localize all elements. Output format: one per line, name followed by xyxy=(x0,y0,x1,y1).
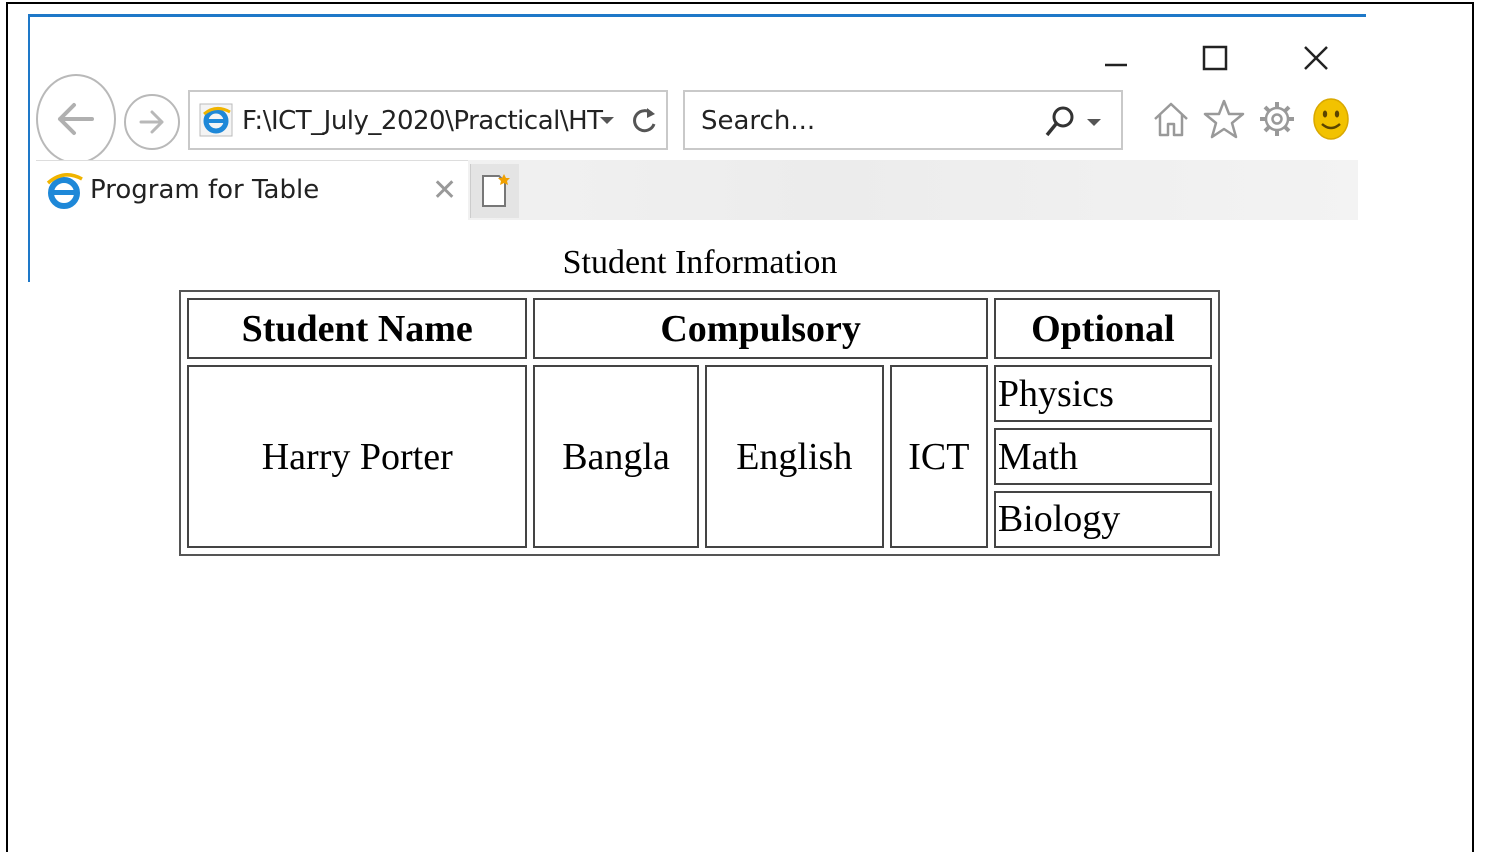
search-box[interactable]: Search... xyxy=(683,90,1123,150)
tab-title: Program for Table xyxy=(90,175,320,205)
home-button[interactable] xyxy=(1150,96,1192,142)
new-tab-button[interactable] xyxy=(470,164,519,218)
home-icon xyxy=(1154,102,1188,137)
optional-subject-cell: Biology xyxy=(993,490,1212,548)
ie-logo-icon xyxy=(46,173,83,209)
maximize-icon xyxy=(1202,45,1228,71)
tab-close-icon[interactable]: ✕ xyxy=(432,173,457,208)
tab-program-for-table[interactable]: Program for Table ✕ xyxy=(36,160,468,223)
settings-button[interactable] xyxy=(1256,96,1298,142)
compulsory-subject-cell: English xyxy=(704,365,884,548)
window-top-border xyxy=(28,14,1366,17)
back-arrow-icon xyxy=(58,103,94,135)
search-dropdown-icon[interactable] xyxy=(1085,116,1103,130)
refresh-icon[interactable] xyxy=(630,104,660,138)
smiley-icon xyxy=(1313,98,1349,140)
close-button[interactable] xyxy=(1296,40,1336,76)
search-icon[interactable] xyxy=(1043,104,1077,140)
new-tab-icon xyxy=(482,174,510,207)
minimize-button[interactable] xyxy=(1096,40,1136,76)
address-bar[interactable]: F:\ICT_July_2020\Practical\HT xyxy=(188,90,668,150)
close-icon xyxy=(1304,46,1328,70)
compulsory-subject-cell: Bangla xyxy=(533,365,699,548)
compulsory-subject-cell: ICT xyxy=(889,365,988,548)
optional-subject-cell: Physics xyxy=(993,365,1212,423)
header-row: Student Name Compulsory Optional xyxy=(187,298,1212,360)
forward-arrow-icon xyxy=(139,110,164,134)
maximize-button[interactable] xyxy=(1195,40,1235,76)
star-icon xyxy=(1203,99,1245,139)
address-dropdown-icon[interactable] xyxy=(598,114,616,128)
address-text: F:\ICT_July_2020\Practical\HT xyxy=(242,106,603,136)
feedback-button[interactable] xyxy=(1310,96,1352,142)
header-compulsory: Compulsory xyxy=(533,298,988,360)
search-placeholder: Search... xyxy=(701,106,816,136)
header-student-name: Student Name xyxy=(187,298,528,360)
ie-page-icon xyxy=(199,103,233,137)
optional-subject-cell: Math xyxy=(993,428,1212,485)
window-left-border xyxy=(28,14,30,282)
forward-button[interactable] xyxy=(124,94,180,150)
gear-icon xyxy=(1260,102,1294,136)
table-caption: Student Information xyxy=(562,244,838,281)
minimize-icon xyxy=(1105,63,1127,67)
table-row: Harry Porter Bangla English ICT Physics xyxy=(187,365,1212,548)
back-button[interactable] xyxy=(36,74,116,164)
student-info-table: Student Name Compulsory Optional Harry P… xyxy=(179,290,1220,556)
favorites-button[interactable] xyxy=(1203,96,1245,142)
student-name-cell: Harry Porter xyxy=(187,365,528,548)
header-optional: Optional xyxy=(993,298,1212,360)
